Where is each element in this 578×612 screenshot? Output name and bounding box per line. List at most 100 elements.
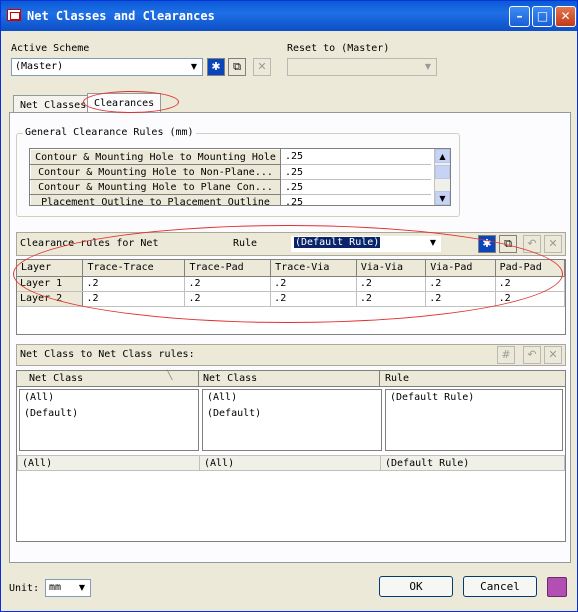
clearance-cell[interactable]: .2 xyxy=(495,291,566,307)
net-class-list-1[interactable]: (All) (Default) xyxy=(19,389,199,451)
general-clearance-group: General Clearance Rules (mm) Contour & M… xyxy=(16,127,460,217)
delete-class-rule-icon[interactable]: ✕ xyxy=(544,346,562,364)
chevron-down-icon: ▼ xyxy=(190,62,198,71)
list-item[interactable]: (Default Rule) xyxy=(386,390,562,406)
rule-name-cell: Contour & Mounting Hole to Plane Con... xyxy=(30,179,281,195)
delete-rule-icon[interactable]: ✕ xyxy=(544,235,562,253)
reset-scheme-label: Reset to (Master) xyxy=(287,43,390,54)
copy-rule-icon[interactable]: ⧉ xyxy=(499,235,517,253)
copy-scheme-icon[interactable]: ⧉ xyxy=(228,58,246,76)
clearance-cell[interactable]: .2 xyxy=(184,276,272,292)
clearance-cell[interactable]: .2 xyxy=(184,291,272,307)
title-bar[interactable]: Net Classes and Clearances – □ ✕ xyxy=(1,1,577,31)
window-title: Net Classes and Clearances xyxy=(27,9,215,23)
clearance-cell[interactable]: .2 xyxy=(82,291,186,307)
list-item[interactable]: (Default) xyxy=(20,406,198,422)
class-rules-label: Net Class to Net Class rules: xyxy=(20,349,195,360)
clearance-cell[interactable]: .2 xyxy=(495,276,566,292)
clearances-panel: General Clearance Rules (mm) Contour & M… xyxy=(9,112,571,563)
class-rules-header: Net Class to Net Class rules: # ↶ ✕ xyxy=(16,344,566,366)
active-scheme-label: Active Scheme xyxy=(11,43,90,54)
rule-value-cell[interactable]: .25 xyxy=(280,164,431,180)
grid-icon[interactable]: # xyxy=(497,346,515,364)
layer-cell: Layer 1 xyxy=(17,276,84,292)
table-row[interactable]: Layer 1.2.2.2.2.2.2 xyxy=(17,276,566,292)
column-header[interactable]: Trace-Pad xyxy=(184,260,272,277)
net-rules-table: Layer Trace-Trace Trace-Pad Trace-Via Via-Vi… xyxy=(17,260,566,307)
row-net-class-1: (All) xyxy=(22,458,53,469)
clearance-cell[interactable]: .2 xyxy=(356,276,427,292)
clearance-cell[interactable]: .2 xyxy=(425,276,496,292)
maximize-button[interactable]: □ xyxy=(532,6,553,27)
scroll-down-icon[interactable]: ▼ xyxy=(435,191,450,205)
delete-scheme-icon[interactable]: ✕ xyxy=(253,58,271,76)
rule-select[interactable]: (Default Rule) ▼ xyxy=(291,236,441,252)
active-scheme-value: (Master) xyxy=(15,61,64,72)
column-header[interactable]: Via-Pad xyxy=(425,260,496,277)
new-rule-icon[interactable]: ✱ xyxy=(478,235,496,253)
column-header-net-class-1[interactable]: Net Class xyxy=(29,373,83,384)
active-scheme-select[interactable]: (Master) ▼ xyxy=(11,58,203,76)
row-net-class-2: (All) xyxy=(204,458,235,469)
reset-scheme-select[interactable]: ▼ xyxy=(287,58,437,76)
rule-value-cell[interactable]: .25 xyxy=(280,149,431,165)
net-rules-label: Clearance rules for Net xyxy=(20,238,159,249)
list-item[interactable]: (All) xyxy=(203,390,381,406)
dialog-window: Net Classes and Clearances – □ ✕ Active … xyxy=(0,0,578,612)
table-row[interactable]: Contour & Mounting Hole to Non-Plane....… xyxy=(30,164,431,180)
sort-icon: ╲ xyxy=(167,371,173,381)
net-rules-grid: Layer Trace-Trace Trace-Pad Trace-Via Via-Vi… xyxy=(16,259,566,335)
rule-value-cell[interactable]: .25 xyxy=(280,194,431,205)
column-header[interactable]: Via-Via xyxy=(356,260,427,277)
unit-select[interactable]: mm ▼ xyxy=(45,579,91,597)
column-header[interactable]: Trace-Via xyxy=(270,260,357,277)
rule-list[interactable]: (Default Rule) xyxy=(385,389,563,451)
clearance-cell[interactable]: .2 xyxy=(82,276,186,292)
net-rules-header: Clearance rules for Net Rule (Default Ru… xyxy=(16,232,566,256)
rule-label: Rule xyxy=(233,238,258,249)
row-rule: (Default Rule) xyxy=(385,458,470,469)
table-row[interactable]: Layer 2.2.2.2.2.2.2 xyxy=(17,291,566,307)
minimize-button[interactable]: – xyxy=(509,6,530,27)
unit-label: Unit: xyxy=(9,583,40,594)
undo-class-rule-icon[interactable]: ↶ xyxy=(523,346,541,364)
scroll-up-icon[interactable]: ▲ xyxy=(435,149,450,163)
layer-cell: Layer 2 xyxy=(17,291,84,307)
column-header[interactable]: Trace-Trace xyxy=(82,260,186,277)
table-row[interactable]: (All) (All) (Default Rule) xyxy=(17,455,565,471)
column-header[interactable]: Pad-Pad xyxy=(495,260,566,277)
net-class-list-2[interactable]: (All) (Default) xyxy=(202,389,382,451)
close-button[interactable]: ✕ xyxy=(555,6,576,27)
table-row[interactable]: Placement Outline to Placement Outline .2… xyxy=(30,194,431,205)
class-rules-column-headers: Net Class ╲ Net Class Rule xyxy=(17,371,565,387)
rule-value-cell[interactable]: .25 xyxy=(280,179,431,195)
rule-name-cell: Placement Outline to Placement Outline xyxy=(30,194,281,205)
clearance-cell[interactable]: .2 xyxy=(270,291,357,307)
column-header-rule[interactable]: Rule xyxy=(385,373,409,384)
general-clearance-grid: Contour & Mounting Hole to Mounting Hole… xyxy=(29,148,451,206)
class-rules-grid: Net Class ╲ Net Class Rule (All) (Defaul… xyxy=(16,370,566,542)
clearance-cell[interactable]: .2 xyxy=(356,291,427,307)
vertical-scrollbar[interactable]: ▲ ▼ xyxy=(434,149,450,205)
table-row[interactable]: Contour & Mounting Hole to Plane Con....… xyxy=(30,179,431,195)
cancel-button[interactable]: Cancel xyxy=(463,576,537,597)
app-icon xyxy=(7,9,21,21)
scrollbar-thumb[interactable] xyxy=(435,165,450,179)
rule-name-cell: Contour & Mounting Hole to Non-Plane... xyxy=(30,164,281,180)
rule-value: (Default Rule) xyxy=(294,237,381,248)
help-book-icon[interactable] xyxy=(547,577,567,597)
clearance-cell[interactable]: .2 xyxy=(425,291,496,307)
rule-name-cell: Contour & Mounting Hole to Mounting Hole xyxy=(30,149,281,165)
list-item[interactable]: (Default) xyxy=(203,406,381,422)
new-scheme-icon[interactable]: ✱ xyxy=(207,58,225,76)
chevron-down-icon: ▼ xyxy=(424,62,432,71)
table-row[interactable]: Contour & Mounting Hole to Mounting Hole… xyxy=(30,149,431,165)
column-header-net-class-2[interactable]: Net Class xyxy=(203,373,257,384)
chevron-down-icon: ▼ xyxy=(429,238,437,247)
ok-button[interactable]: OK xyxy=(379,576,453,597)
list-item[interactable]: (All) xyxy=(20,390,198,406)
undo-rule-icon[interactable]: ↶ xyxy=(523,235,541,253)
column-header[interactable]: Layer xyxy=(17,260,84,277)
unit-value: mm xyxy=(49,582,62,593)
clearance-cell[interactable]: .2 xyxy=(270,276,357,292)
